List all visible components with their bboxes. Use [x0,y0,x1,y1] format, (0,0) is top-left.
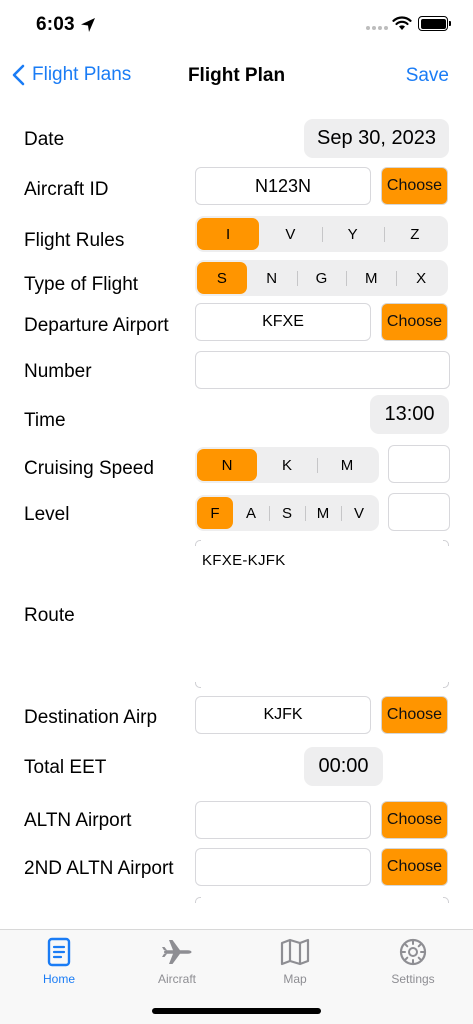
location-arrow-icon [81,18,95,32]
save-button[interactable]: Save [406,65,449,87]
choose-aircraft-button[interactable]: Choose [381,167,448,205]
flight-rules-option-i[interactable]: I [197,218,260,250]
choose-departure-airport-button[interactable]: Choose [381,303,448,341]
map-icon [280,938,310,966]
flight-rules-label: Flight Rules [24,230,125,251]
cruising-speed-label: Cruising Speed [24,458,154,479]
wifi-icon [392,16,412,30]
level-option-f[interactable]: F [197,497,233,529]
flight-rules-segmented: I V Y Z [195,216,448,252]
tab-home-label: Home [42,972,75,986]
level-option-m[interactable]: M [305,497,341,529]
gear-icon [399,938,427,966]
route-text: KFXE-KJFK [202,552,286,569]
number-field[interactable] [195,351,450,389]
home-indicator [152,1008,321,1014]
flight-rules-option-z[interactable]: Z [383,218,446,250]
tab-home[interactable]: Home [0,934,118,986]
cruising-speed-option-m[interactable]: M [317,449,377,481]
date-label: Date [24,129,65,150]
number-label: Number [24,361,92,382]
cellular-signal-icon [366,26,388,30]
tab-settings-label: Settings [391,972,435,986]
next-field-partial [195,897,449,907]
battery-icon [418,16,451,31]
status-bar: 6:03 [0,0,473,52]
route-textarea[interactable]: KFXE-KJFK [195,540,449,688]
total-eet-label: Total EET [24,757,107,778]
cruising-speed-segmented: N K M [195,447,379,483]
altn-airport-label: ALTN Airport [24,810,132,831]
destination-airport-label: Destination Airp [24,707,158,728]
aircraft-id-label: Aircraft ID [24,179,109,200]
cruising-speed-option-n[interactable]: N [197,449,257,481]
destination-airport-field[interactable]: KJFK [195,696,371,734]
choose-altn-airport-button[interactable]: Choose [381,801,448,839]
type-of-flight-option-x[interactable]: X [396,262,446,294]
document-icon [47,937,71,967]
tab-aircraft-label: Aircraft [157,972,196,986]
flight-rules-option-v[interactable]: V [259,218,321,250]
tab-map[interactable]: Map [236,934,354,986]
time-picker[interactable]: 13:00 [370,395,449,434]
second-altn-airport-label: 2ND ALTN Airport [24,858,174,879]
tab-settings[interactable]: Settings [354,934,472,986]
type-of-flight-label: Type of Flight [24,274,139,295]
navigation-bar: Flight Plans Flight Plan Save [0,52,473,100]
route-label: Route [24,605,75,626]
type-of-flight-option-s[interactable]: S [197,262,247,294]
choose-destination-airport-button[interactable]: Choose [381,696,448,734]
flight-rules-option-y[interactable]: Y [321,218,384,250]
type-of-flight-option-n[interactable]: N [247,262,297,294]
altn-airport-field[interactable] [195,801,371,839]
aircraft-id-field[interactable]: N123N [195,167,371,205]
level-field[interactable] [388,493,450,531]
cruising-speed-field[interactable] [388,445,450,483]
status-time: 6:03 [36,14,75,35]
page-title: Flight Plan [187,65,286,86]
type-of-flight-segmented: S N G M X [195,260,448,296]
departure-airport-label: Departure Airport [24,315,169,336]
time-label: Time [24,410,66,431]
tab-map-label: Map [283,972,307,986]
level-option-s[interactable]: S [269,497,305,529]
type-of-flight-option-m[interactable]: M [346,262,396,294]
level-option-v[interactable]: V [341,497,377,529]
date-picker[interactable]: Sep 30, 2023 [304,119,449,158]
choose-second-altn-airport-button[interactable]: Choose [381,848,448,886]
second-altn-airport-field[interactable] [195,848,371,886]
airplane-icon [162,940,192,964]
type-of-flight-option-g[interactable]: G [296,262,347,294]
level-segmented: F A S M V [195,495,379,531]
total-eet-picker[interactable]: 00:00 [304,747,383,786]
level-label: Level [24,504,70,525]
cruising-speed-option-k[interactable]: K [257,449,317,481]
departure-airport-field[interactable]: KFXE [195,303,371,341]
level-option-a[interactable]: A [233,497,269,529]
tab-aircraft[interactable]: Aircraft [118,934,236,986]
